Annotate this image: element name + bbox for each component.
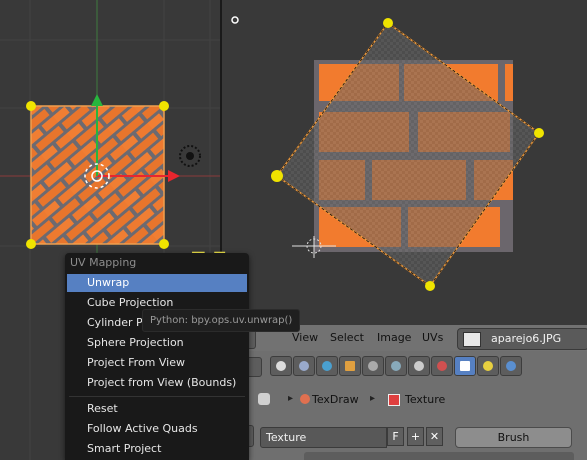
add-texture-icon[interactable]: + [407,427,424,446]
path-arrow-icon: ▸ [288,393,294,404]
image-selector[interactable]: aparejo6.JPG [457,328,587,350]
menu-image[interactable]: Image [377,331,411,344]
physics-icon[interactable] [500,356,522,376]
scene-icon[interactable] [270,356,292,376]
menu-item-project-from-view-bounds[interactable]: Project from View (Bounds) [67,374,247,392]
path-arrow-icon-2: ▸ [370,393,376,404]
fake-user-button[interactable]: F [387,427,404,446]
context-path: ⚲ ▸ TexDraw ▸ Texture [230,392,530,410]
image-name: aparejo6.JPG [491,332,562,345]
menu-select[interactable]: Select [330,331,364,344]
image-icon [463,332,481,347]
modifier-icon[interactable] [385,356,407,376]
tooltip: Python: bpy.ops.uv.unwrap() [142,309,301,332]
material-path-icon [300,394,310,404]
particles-icon[interactable] [477,356,499,376]
path-texdraw: TexDraw [312,393,359,406]
object-path-icon [258,393,270,405]
menu-uvs[interactable]: UVs [422,331,443,344]
context-tabs [230,356,540,378]
render-icon[interactable] [293,356,315,376]
menu-item-smart-project[interactable]: Smart Project [67,440,247,458]
texture-type-dropdown[interactable] [304,452,574,460]
object-icon[interactable] [339,356,361,376]
unlink-texture-icon[interactable]: ✕ [426,427,443,446]
menu-item-reset[interactable]: Reset [67,400,247,418]
texture-name: Texture [266,431,307,444]
path-texture: Texture [405,393,446,406]
menu-view[interactable]: View [292,331,318,344]
texture-path-icon [388,394,400,406]
material-icon[interactable] [431,356,453,376]
constraint-icon[interactable] [362,356,384,376]
menu-item-follow-active-quads[interactable]: Follow Active Quads [67,420,247,438]
brush-button[interactable]: Brush [455,427,572,448]
texture-icon[interactable] [454,356,476,376]
uv-mapping-menu: UV Mapping Unwrap Cube Projection Cylind… [65,253,249,460]
menu-item-project-from-view[interactable]: Project From View [67,354,247,372]
menu-item-sphere-projection[interactable]: Sphere Projection [67,334,247,352]
texture-name-field[interactable]: Texture [260,427,387,448]
world-icon[interactable] [316,356,338,376]
data-icon[interactable] [408,356,430,376]
lamp-core-icon [186,152,194,160]
menu-separator [69,396,245,397]
menu-title: UV Mapping [70,256,137,269]
menu-item-unwrap[interactable]: Unwrap [67,274,247,292]
